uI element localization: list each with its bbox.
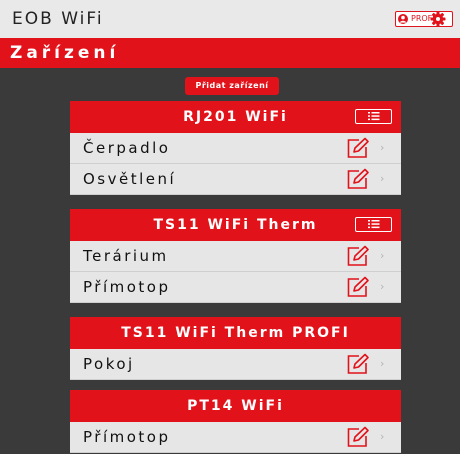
chevron-right-icon: ›: [380, 172, 385, 185]
device-header[interactable]: TS11 WiFi Therm PROFI: [70, 317, 401, 349]
pencil-edit-icon[interactable]: [346, 426, 370, 448]
user-icon: [398, 14, 408, 24]
item-label: Čerpadlo: [83, 139, 171, 157]
chevron-right-icon: ›: [380, 430, 385, 443]
device-header[interactable]: RJ201 WiFi: [70, 101, 401, 133]
device-name: RJ201 WiFi: [183, 109, 288, 125]
device-menu-button[interactable]: [355, 109, 392, 124]
device-card-rj201: RJ201 WiFi Čerpadlo › Osvětlení ›: [70, 101, 401, 195]
pencil-edit-icon[interactable]: [346, 245, 370, 267]
list-icon: [367, 220, 379, 229]
item-label: Terárium: [83, 247, 169, 265]
gear-icon[interactable]: [430, 11, 446, 27]
list-item[interactable]: Čerpadlo ›: [70, 133, 401, 164]
item-label: Přímotop: [83, 278, 171, 296]
pencil-edit-icon[interactable]: [346, 137, 370, 159]
list-item[interactable]: Terárium ›: [70, 241, 401, 272]
chevron-right-icon: ›: [380, 357, 385, 370]
list-icon: [367, 112, 379, 121]
chevron-right-icon: ›: [380, 141, 385, 154]
page-title: Zařízení: [10, 43, 120, 63]
pencil-edit-icon[interactable]: [346, 168, 370, 190]
list-item[interactable]: Přímotop ›: [70, 272, 401, 303]
page-header: Zařízení: [0, 38, 460, 68]
device-header[interactable]: TS11 WiFi Therm: [70, 209, 401, 241]
device-name: TS11 WiFi Therm: [153, 217, 318, 233]
app-title: EOB WiFi: [12, 9, 104, 29]
item-label: Osvětlení: [83, 170, 177, 188]
item-label: Pokoj: [83, 355, 135, 373]
device-card-ts11-profi: TS11 WiFi Therm PROFI Pokoj ›: [70, 317, 401, 380]
list-item[interactable]: Osvětlení ›: [70, 164, 401, 195]
pencil-edit-icon[interactable]: [346, 353, 370, 375]
device-name: TS11 WiFi Therm PROFI: [121, 325, 350, 341]
device-name: PT14 WiFi: [187, 398, 284, 414]
top-bar: EOB WiFi PROFIL: [0, 0, 460, 38]
list-item[interactable]: Pokoj ›: [70, 349, 401, 380]
chevron-right-icon: ›: [380, 249, 385, 262]
device-header[interactable]: PT14 WiFi: [70, 390, 401, 422]
item-label: Přímotop: [83, 428, 171, 446]
list-item[interactable]: Přímotop ›: [70, 422, 401, 453]
device-menu-button[interactable]: [355, 217, 392, 232]
pencil-edit-icon[interactable]: [346, 276, 370, 298]
device-card-ts11: TS11 WiFi Therm Terárium › Přímotop ›: [70, 209, 401, 303]
chevron-right-icon: ›: [380, 280, 385, 293]
device-card-pt14: PT14 WiFi Přímotop ›: [70, 390, 401, 453]
add-device-button[interactable]: Přidat zařízení: [185, 77, 279, 95]
